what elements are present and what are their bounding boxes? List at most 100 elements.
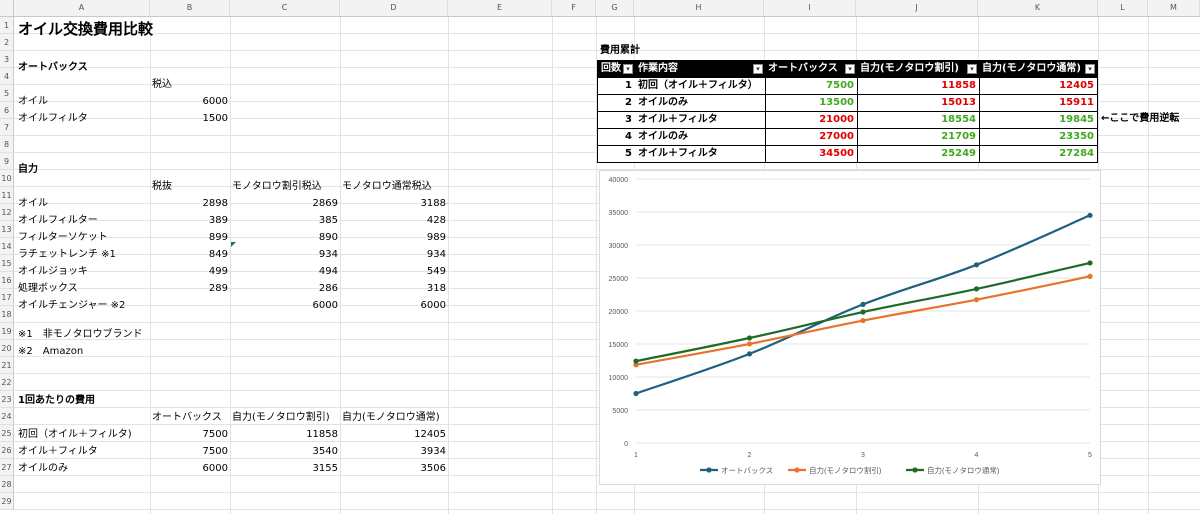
diy-item-name[interactable]: オイル — [16, 195, 150, 212]
row-header-2[interactable]: 2 — [0, 34, 14, 51]
diy-item-regular[interactable]: 6000 — [340, 297, 448, 314]
cumulative-table[interactable]: 回数 ▾ 作業内容 ▾ オートバックス ▾ 自力(モノタロウ割引) ▾ 自力(モノタロウ… — [597, 60, 1098, 163]
row-header-1[interactable]: 1 — [0, 17, 14, 34]
cumulative-row[interactable]: 4 オイルのみ 27000 21709 23350 — [598, 128, 1097, 145]
cumulative-diy-regular[interactable]: 27284 — [979, 146, 1097, 162]
per-time-autobacs[interactable]: 7500 — [150, 426, 230, 443]
diy-item-name[interactable]: ラチェットレンチ ※1 — [16, 246, 150, 263]
filter-dropdown-icon[interactable]: ▾ — [1085, 64, 1095, 74]
diy-item-pretax[interactable]: 289 — [150, 280, 230, 297]
select-all-corner[interactable] — [0, 0, 14, 16]
row-header-21[interactable]: 21 — [0, 357, 14, 374]
autobacs-item-name[interactable]: オイルフィルタ — [16, 110, 150, 127]
cumulative-count[interactable]: 2 — [598, 95, 635, 111]
cumulative-task[interactable]: オイルのみ — [635, 95, 765, 111]
row-header-13[interactable]: 13 — [0, 221, 14, 238]
autobacs-item-name[interactable]: オイル — [16, 93, 150, 110]
diy-item-name[interactable]: オイルチェンジャー ※2 — [16, 297, 150, 314]
cumulative-row[interactable]: 5 オイル＋フィルタ 34500 25249 27284 — [598, 145, 1097, 162]
row-header-15[interactable]: 15 — [0, 255, 14, 272]
diy-item-name[interactable]: 処理ボックス — [16, 280, 150, 297]
cumulative-diy-regular[interactable]: 19845 — [979, 112, 1097, 128]
autobacs-item-value[interactable]: 1500 — [150, 110, 230, 127]
row-header-16[interactable]: 16 — [0, 272, 14, 289]
cumulative-autobacs[interactable]: 27000 — [765, 129, 857, 145]
header-diy-discount[interactable]: 自力(モノタロウ割引) ▾ — [857, 61, 979, 77]
row-header-7[interactable]: 7 — [0, 119, 14, 136]
row-header-19[interactable]: 19 — [0, 323, 14, 340]
cumulative-row[interactable]: 3 オイル＋フィルタ 21000 18554 19845 — [598, 111, 1097, 128]
column-header-f[interactable]: F — [552, 0, 596, 16]
header-task[interactable]: 作業内容 ▾ — [635, 61, 765, 77]
filter-dropdown-icon[interactable]: ▾ — [623, 64, 633, 74]
cumulative-diy-regular[interactable]: 12405 — [979, 78, 1097, 94]
cumulative-label[interactable]: 費用累計 — [598, 42, 678, 59]
cumulative-row[interactable]: 1 初回（オイル＋フィルタ） 7500 11858 12405 — [598, 77, 1097, 94]
cumulative-row[interactable]: 2 オイルのみ 13500 15013 15911 — [598, 94, 1097, 111]
column-header-l[interactable]: L — [1098, 0, 1148, 16]
row-header-6[interactable]: 6 — [0, 102, 14, 119]
column-header-h[interactable]: H — [634, 0, 764, 16]
reversal-note[interactable]: ←ここで費用逆転 — [1099, 110, 1199, 127]
cost-chart[interactable]: 0 5000 10000 15000 20000 25000 30000 35000 40000… — [599, 170, 1101, 485]
row-header-23[interactable]: 23 — [0, 391, 14, 408]
row-header-18[interactable]: 18 — [0, 306, 14, 323]
row-header-24[interactable]: 24 — [0, 408, 14, 425]
sheet-title[interactable]: オイル交換費用比較 — [16, 18, 316, 40]
diy-item-pretax[interactable]: 499 — [150, 263, 230, 280]
pretax-header[interactable]: 税抜 — [150, 178, 230, 195]
row-header-29[interactable]: 29 — [0, 493, 14, 510]
row-header-10[interactable]: 10 — [0, 170, 14, 187]
column-header-c[interactable]: C — [230, 0, 340, 16]
cumulative-task[interactable]: オイル＋フィルタ — [635, 146, 765, 162]
cumulative-task[interactable]: 初回（オイル＋フィルタ） — [635, 78, 765, 94]
column-header-j[interactable]: J — [856, 0, 978, 16]
cumulative-diy-discount[interactable]: 18554 — [857, 112, 979, 128]
cumulative-count[interactable]: 3 — [598, 112, 635, 128]
diy-item-discount[interactable]: 890 — [230, 229, 340, 246]
row-header-11[interactable]: 11 — [0, 187, 14, 204]
cumulative-autobacs[interactable]: 34500 — [765, 146, 857, 162]
per-time-heading[interactable]: 1回あたりの費用 — [16, 392, 150, 409]
column-header-e[interactable]: E — [448, 0, 552, 16]
column-header-g[interactable]: G — [596, 0, 634, 16]
cumulative-diy-discount[interactable]: 21709 — [857, 129, 979, 145]
header-count[interactable]: 回数 ▾ — [598, 61, 635, 77]
diy-item-discount[interactable]: 6000 — [230, 297, 340, 314]
diy-item-pretax[interactable]: 389 — [150, 212, 230, 229]
column-header-m[interactable]: M — [1148, 0, 1200, 16]
cumulative-diy-discount[interactable]: 25249 — [857, 146, 979, 162]
column-header-k[interactable]: K — [978, 0, 1098, 16]
diy-item-pretax[interactable]: 849 — [150, 246, 230, 263]
note-line[interactable]: ※2 Amazon — [16, 343, 216, 360]
per-time-col-header[interactable]: オートバックス — [150, 409, 230, 426]
row-header-12[interactable]: 12 — [0, 204, 14, 221]
diy-item-name[interactable]: オイルジョッキ — [16, 263, 150, 280]
column-header-b[interactable]: B — [150, 0, 230, 16]
cumulative-diy-regular[interactable]: 23350 — [979, 129, 1097, 145]
autobacs-item-value[interactable]: 6000 — [150, 93, 230, 110]
diy-item-discount[interactable]: 385 — [230, 212, 340, 229]
cumulative-diy-regular[interactable]: 15911 — [979, 95, 1097, 111]
diy-item-regular[interactable]: 549 — [340, 263, 448, 280]
per-time-row-name[interactable]: オイルのみ — [16, 460, 150, 477]
cumulative-diy-discount[interactable]: 11858 — [857, 78, 979, 94]
diy-item-pretax[interactable]: 899 — [150, 229, 230, 246]
row-header-3[interactable]: 3 — [0, 51, 14, 68]
diy-item-regular[interactable]: 428 — [340, 212, 448, 229]
per-time-autobacs[interactable]: 7500 — [150, 443, 230, 460]
cumulative-task[interactable]: オイル＋フィルタ — [635, 112, 765, 128]
diy-item-regular[interactable]: 3188 — [340, 195, 448, 212]
diy-item-name[interactable]: フィルターソケット — [16, 229, 150, 246]
cumulative-task[interactable]: オイルのみ — [635, 129, 765, 145]
cumulative-count[interactable]: 5 — [598, 146, 635, 162]
cumulative-count[interactable]: 1 — [598, 78, 635, 94]
per-time-diy-regular[interactable]: 3506 — [340, 460, 448, 477]
row-header-22[interactable]: 22 — [0, 374, 14, 391]
diy-item-discount[interactable]: 934 — [230, 246, 340, 263]
row-header-27[interactable]: 27 — [0, 459, 14, 476]
diy-item-discount[interactable]: 494 — [230, 263, 340, 280]
filter-dropdown-icon[interactable]: ▾ — [753, 64, 763, 74]
row-header-9[interactable]: 9 — [0, 153, 14, 170]
per-time-col-header[interactable]: 自力(モノタロウ割引) — [230, 409, 340, 426]
